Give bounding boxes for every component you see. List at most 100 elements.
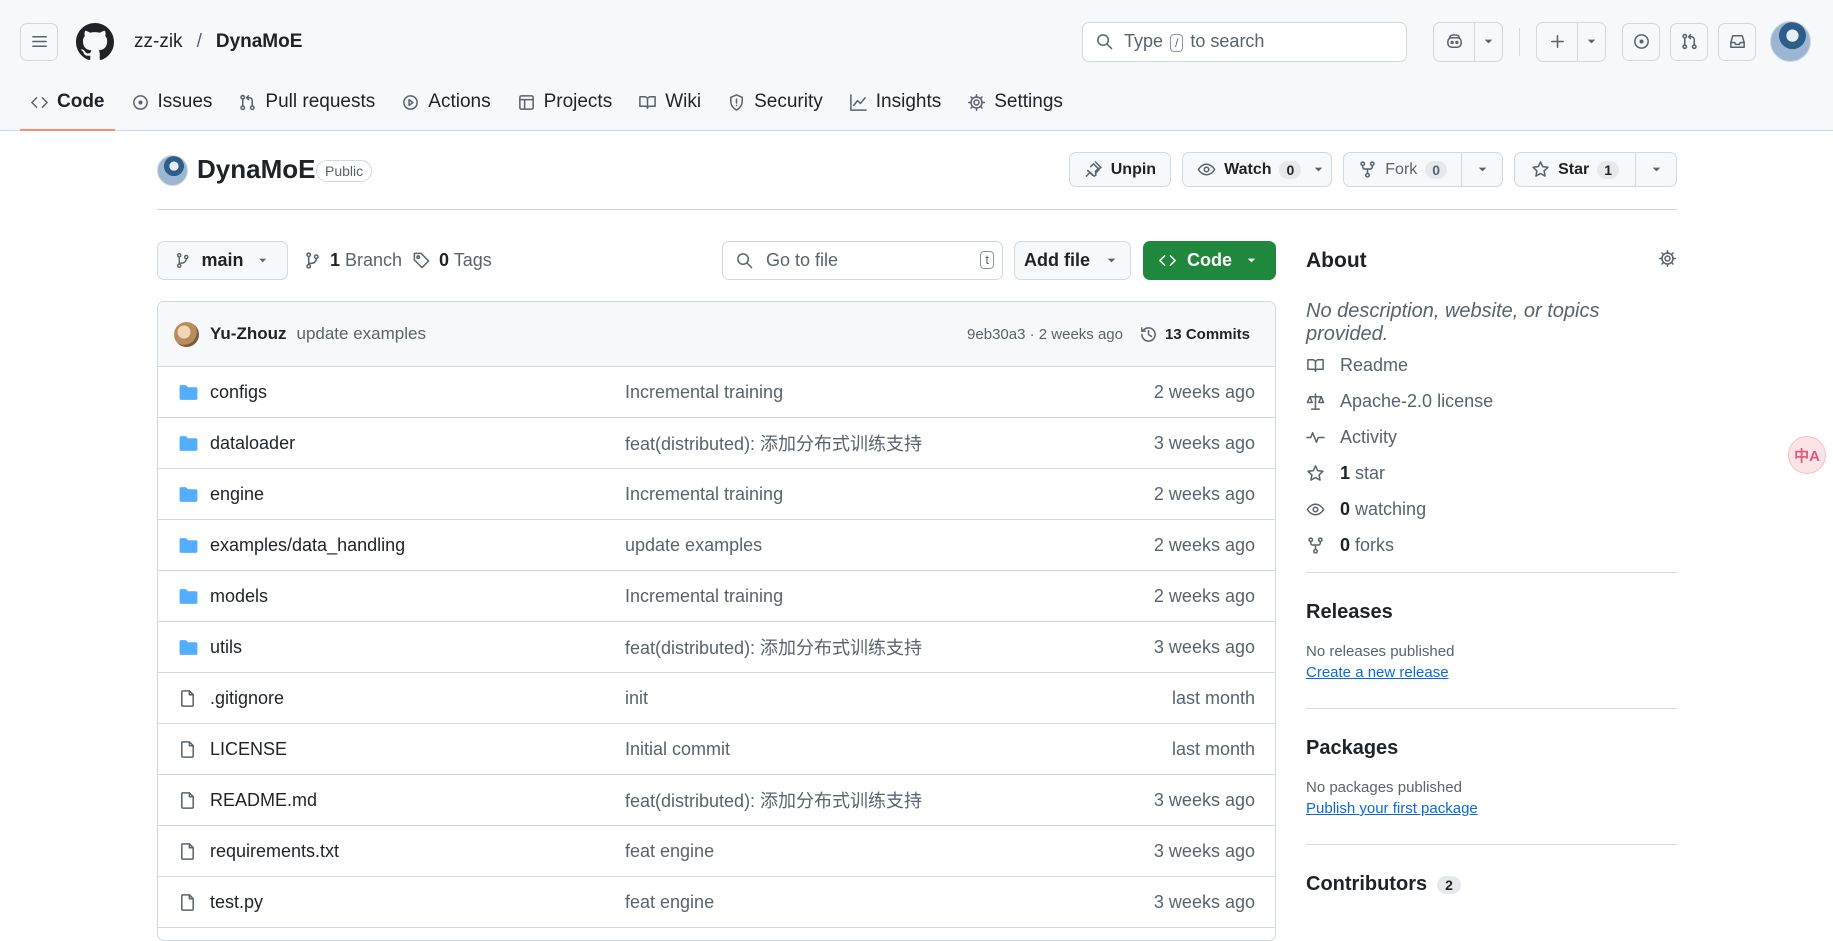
file-commit-message[interactable]: update examples [625, 535, 762, 556]
activity-link[interactable]: Activity [1306, 419, 1493, 455]
file-name[interactable]: dataloader [210, 433, 295, 454]
file-commit-message[interactable]: feat(distributed): 添加分布式训练支持 [625, 430, 922, 456]
commits-history-link[interactable]: 13 Commits [1139, 325, 1250, 344]
copilot-dropdown[interactable] [1474, 22, 1502, 61]
repo-name[interactable]: DynaMoE [197, 154, 315, 185]
star-main[interactable]: Star 1 [1515, 153, 1635, 186]
pull-requests-button[interactable] [1670, 22, 1708, 61]
go-to-file-input[interactable]: Go to file t [722, 241, 1003, 280]
file-row[interactable]: examples/data_handling update examples 2 w… [158, 520, 1275, 571]
file-name[interactable]: test.py [210, 892, 263, 913]
file-commit-message[interactable]: Incremental training [625, 586, 783, 607]
create-release-link[interactable]: Create a new release [1306, 664, 1449, 681]
license-link[interactable]: Apache-2.0 license [1306, 383, 1493, 419]
file-name[interactable]: LICENSE [210, 739, 287, 760]
file-commit-date: 2 weeks ago [1153, 381, 1255, 402]
file-name[interactable]: README.md [210, 790, 317, 811]
fork-main[interactable]: Fork 0 [1344, 153, 1461, 186]
releases-heading[interactable]: Releases [1306, 601, 1677, 624]
user-avatar[interactable] [1770, 21, 1811, 62]
forks-link[interactable]: 0 forks [1306, 527, 1493, 563]
github-logo-icon[interactable] [76, 22, 114, 61]
readme-link[interactable]: Readme [1306, 347, 1493, 383]
file-name[interactable]: .gitignore [210, 688, 284, 709]
create-new-button[interactable] [1536, 21, 1606, 62]
file-name[interactable]: examples/data_handling [210, 535, 405, 556]
file-commit-message[interactable]: feat engine [625, 892, 714, 913]
translate-extension-button[interactable]: 中A [1788, 436, 1826, 474]
star-dropdown[interactable] [1635, 153, 1676, 186]
file-row[interactable]: LICENSE Initial commit last month [158, 724, 1275, 775]
star-button[interactable]: Star 1 [1514, 152, 1677, 187]
tab-pull-requests[interactable]: Pull requests [228, 82, 385, 122]
watch-main[interactable]: Watch 0 [1183, 153, 1315, 186]
file-commit-message[interactable]: Incremental training [625, 484, 783, 505]
packages-heading[interactable]: Packages [1306, 737, 1677, 760]
file-row[interactable]: engine Incremental training 2 weeks ago [158, 469, 1275, 520]
owner-link[interactable]: zz-zik [134, 31, 183, 53]
menu-button[interactable] [20, 22, 58, 61]
commit-author[interactable]: Yu-Zhouz [210, 324, 286, 344]
gear-icon[interactable] [1658, 249, 1677, 268]
tab-settings[interactable]: Settings [957, 82, 1073, 122]
file-row[interactable]: models Incremental training 2 weeks ago [158, 571, 1275, 622]
fork-button[interactable]: Fork 0 [1343, 152, 1504, 187]
file-name[interactable]: engine [210, 484, 264, 505]
file-name[interactable]: configs [210, 382, 267, 403]
watch-dropdown[interactable] [1305, 153, 1331, 186]
create-new-main[interactable] [1537, 23, 1577, 61]
contributors-heading[interactable]: Contributors 2 [1306, 873, 1677, 896]
issues-button[interactable] [1622, 22, 1660, 61]
tab-projects[interactable]: Projects [507, 82, 623, 122]
code-button[interactable]: Code [1143, 241, 1276, 280]
create-new-dropdown[interactable] [1577, 22, 1605, 61]
file-row[interactable]: test.py feat engine 3 weeks ago [158, 877, 1275, 928]
branch-selector[interactable]: main [157, 241, 288, 280]
tab-label: Actions [428, 91, 491, 112]
tab-wiki[interactable]: Wiki [628, 82, 711, 122]
stars-link[interactable]: 1 star [1306, 455, 1493, 491]
inbox-button[interactable] [1718, 22, 1756, 61]
watching-link[interactable]: 0 watching [1306, 491, 1493, 527]
tab-security[interactable]: Security [717, 82, 833, 122]
file-row[interactable]: requirements.txt feat engine 3 weeks ago [158, 826, 1275, 877]
commit-hash-time[interactable]: 9eb30a3 · 2 weeks ago [967, 326, 1123, 343]
file-row[interactable]: README.md feat(distributed): 添加分布式训练支持 3 w… [158, 775, 1275, 826]
branch-icon [306, 252, 319, 269]
copilot-button[interactable] [1433, 21, 1503, 62]
commit-message[interactable]: update examples [296, 324, 425, 344]
file-commit-message[interactable]: feat(distributed): 添加分布式训练支持 [625, 787, 922, 813]
folder-icon [179, 588, 198, 604]
branches-link[interactable]: 1 Branch [303, 250, 402, 271]
about-description: No description, website, or topics provi… [1306, 300, 1600, 345]
file-commit-message[interactable]: Incremental training [625, 382, 783, 403]
file-row[interactable]: configs Incremental training 2 weeks ago [158, 367, 1275, 418]
watch-button[interactable]: Watch 0 [1182, 152, 1333, 187]
file-name[interactable]: requirements.txt [210, 841, 339, 862]
file-name[interactable]: models [210, 586, 268, 607]
file-commit-message[interactable]: init [625, 688, 648, 709]
tab-actions[interactable]: Actions [391, 82, 500, 122]
tab-insights[interactable]: Insights [839, 82, 951, 122]
repo-link[interactable]: DynaMoE [216, 31, 303, 53]
file-commit-message[interactable]: feat(distributed): 添加分布式训练支持 [625, 634, 922, 660]
tab-issues[interactable]: Issues [121, 82, 223, 122]
file-row[interactable]: dataloader feat(distributed): 添加分布式训练支持 3 … [158, 418, 1275, 469]
repo-owner-avatar[interactable] [157, 155, 188, 186]
file-name[interactable]: utils [210, 637, 242, 658]
commit-author-avatar[interactable] [174, 321, 199, 347]
fork-dropdown[interactable] [1461, 153, 1502, 186]
file-row[interactable]: .gitignore init last month [158, 673, 1275, 724]
unpin-main[interactable]: Unpin [1070, 153, 1170, 186]
search-input[interactable]: Type / to search [1082, 21, 1407, 62]
tags-link[interactable]: 0 Tags [412, 250, 492, 271]
publish-package-link[interactable]: Publish your first package [1306, 800, 1478, 817]
file-commit-message[interactable]: feat engine [625, 841, 714, 862]
file-row[interactable]: utils feat(distributed): 添加分布式训练支持 3 weeks… [158, 622, 1275, 673]
unpin-button[interactable]: Unpin [1068, 152, 1172, 187]
add-file-button[interactable]: Add file [1014, 241, 1131, 280]
file-commit-message[interactable]: Initial commit [625, 739, 730, 760]
tab-code[interactable]: Code [20, 82, 115, 131]
copilot-main[interactable] [1434, 23, 1474, 61]
file-icon [181, 842, 194, 860]
